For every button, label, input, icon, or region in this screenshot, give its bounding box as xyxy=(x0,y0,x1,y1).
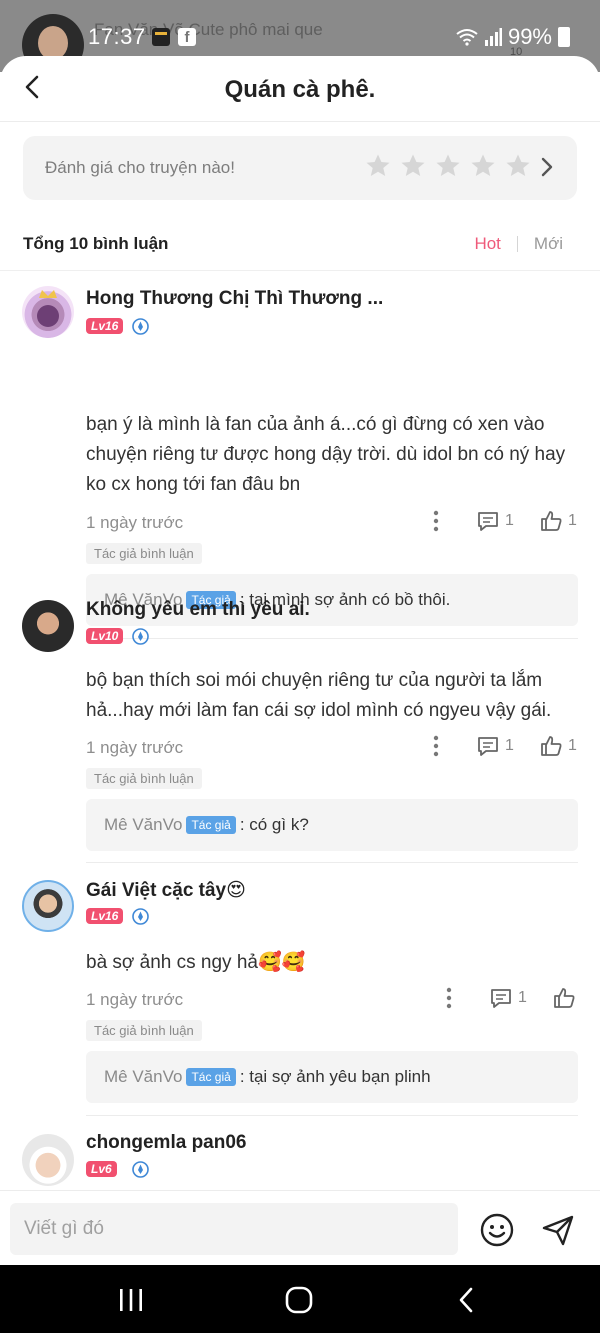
reply-content: Mê VănVo Tác giả : tại sợ ảnh yêu bạn pl… xyxy=(104,1067,431,1087)
comment-time: 1 ngày trước xyxy=(86,738,184,757)
reply-author-name: Mê VănVo xyxy=(104,815,183,834)
rating-stars[interactable] xyxy=(365,153,531,179)
reply-text: : tại sợ ảnh yêu bạn plinh xyxy=(239,1067,431,1086)
star-icon[interactable] xyxy=(365,153,391,179)
home-icon[interactable] xyxy=(284,1285,314,1315)
reply-action[interactable]: 1 xyxy=(476,734,514,758)
verified-badge-icon xyxy=(132,318,149,335)
comment-sheet: Quán cà phê. Đánh giá cho truyện nào! Tổ… xyxy=(0,56,600,1265)
level-badge: Lv10 xyxy=(86,628,124,644)
status-time: 17:37 xyxy=(88,24,146,49)
avatar[interactable] xyxy=(22,286,74,338)
comment-icon xyxy=(478,512,498,531)
verified-badge-icon xyxy=(132,908,149,925)
author-badge: Tác giả xyxy=(186,1068,236,1086)
chevron-right-icon xyxy=(541,157,553,177)
verified-badge-icon xyxy=(132,1161,149,1178)
avatar[interactable] xyxy=(22,600,74,652)
level-badge: Lv16 xyxy=(86,318,124,334)
emoji-icon[interactable] xyxy=(480,1213,514,1247)
app-notification-icon xyxy=(152,28,170,46)
sort-new-tab[interactable]: Mới xyxy=(534,234,563,254)
reply-count: 1 xyxy=(505,512,514,529)
comment-text: bạn ý là mình là fan của ảnh á...có gì đ… xyxy=(86,414,566,495)
reply-count: 1 xyxy=(505,737,514,754)
more-icon[interactable] xyxy=(433,510,439,532)
level-badge: Lv16 xyxy=(86,908,124,924)
comment-username[interactable]: chongemla pan06 xyxy=(86,1132,247,1154)
thumbs-up-icon xyxy=(541,511,562,531)
star-icon[interactable] xyxy=(400,153,426,179)
comment-icon xyxy=(478,737,498,756)
recent-apps-icon[interactable] xyxy=(116,1285,146,1315)
top-bar: Quán cà phê. xyxy=(0,56,600,122)
crown-icon xyxy=(37,290,59,327)
more-icon[interactable] xyxy=(433,735,439,757)
reply-content: Mê VănVo Tác giả : có gì k? xyxy=(104,815,309,835)
reply-text: : có gì k? xyxy=(239,815,309,834)
sort-hot-tab[interactable]: Hot xyxy=(474,234,500,254)
comments-header: Tổng 10 bình luận Hot Mới xyxy=(23,234,577,256)
avatar[interactable] xyxy=(22,1134,74,1186)
battery-icon xyxy=(558,27,570,47)
comment-text: bà sợ ảnh cs ngy hả🥰🥰 xyxy=(86,952,306,973)
rating-prompt[interactable]: Đánh giá cho truyện nào! xyxy=(23,136,577,200)
page-title: Quán cà phê. xyxy=(224,76,376,103)
author-reply[interactable]: Mê VănVo Tác giả : tại sợ ảnh yêu bạn pl… xyxy=(86,1051,578,1103)
signal-icon xyxy=(484,28,502,46)
star-icon[interactable] xyxy=(505,153,531,179)
author-badge: Tác giả xyxy=(186,816,236,834)
sort-tabs: Hot Mới xyxy=(474,234,563,254)
send-icon[interactable] xyxy=(541,1213,575,1247)
star-icon[interactable] xyxy=(470,153,496,179)
comment-username[interactable]: Hong Thương Chị Thì Thương ... xyxy=(86,288,383,310)
comment-divider xyxy=(86,1115,578,1116)
wifi-icon xyxy=(456,29,478,46)
like-count: 1 xyxy=(568,737,577,754)
system-nav-bar xyxy=(0,1265,600,1333)
comment-username[interactable]: Gái Việt cặc tây😍 xyxy=(86,879,246,902)
facebook-icon: f xyxy=(178,28,196,46)
sort-divider xyxy=(516,236,518,252)
thumbs-up-icon xyxy=(541,736,562,756)
verified-badge-icon xyxy=(132,628,149,645)
comment-username[interactable]: Không yêu em thì yêu ai. xyxy=(86,599,310,621)
star-icon[interactable] xyxy=(435,153,461,179)
like-count: 1 xyxy=(568,512,577,529)
list-divider xyxy=(0,270,600,271)
comment-text: bộ bạn thích soi mói chuyện riêng tư của… xyxy=(86,670,552,721)
author-commented-tag: Tác giả bình luận xyxy=(86,768,202,789)
author-commented-tag: Tác giả bình luận xyxy=(86,1020,202,1041)
thumbs-up-icon xyxy=(554,988,575,1008)
like-action[interactable] xyxy=(552,986,581,1010)
author-reply[interactable]: Mê VănVo Tác giả : có gì k? xyxy=(86,799,578,851)
avatar[interactable] xyxy=(22,880,74,932)
comment-input-bar xyxy=(0,1190,600,1265)
comment-divider xyxy=(86,862,578,863)
comment-icon xyxy=(491,989,511,1008)
rating-prompt-text: Đánh giá cho truyện nào! xyxy=(45,158,235,177)
reply-count: 1 xyxy=(518,989,527,1006)
comment-time: 1 ngày trước xyxy=(86,990,184,1009)
comment-time: 1 ngày trước xyxy=(86,513,184,532)
reply-action[interactable]: 1 xyxy=(489,986,527,1010)
comment-input[interactable] xyxy=(10,1203,458,1255)
comment-total: Tổng 10 bình luận xyxy=(23,234,169,253)
back-nav-icon[interactable] xyxy=(452,1285,482,1315)
author-commented-tag: Tác giả bình luận xyxy=(86,543,202,564)
reply-action[interactable]: 1 xyxy=(476,509,514,533)
level-badge: Lv6 xyxy=(86,1161,117,1177)
comment-divider xyxy=(86,638,578,639)
like-action[interactable]: 1 xyxy=(539,509,577,533)
reply-author-name: Mê VănVo xyxy=(104,1067,183,1086)
like-action[interactable]: 1 xyxy=(539,734,577,758)
more-icon[interactable] xyxy=(446,987,452,1009)
